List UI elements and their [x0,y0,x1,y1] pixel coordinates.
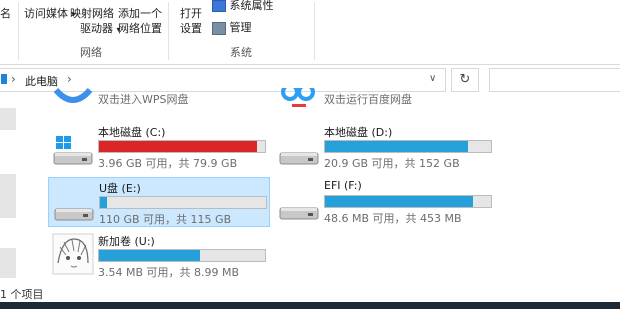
drive-name: 新加卷 (U:) [98,235,155,248]
drive-c[interactable]: 本地磁盘 (C:) 3.96 GB 可用，共 79.9 GB [48,122,268,170]
ribbon-separator [168,2,169,60]
drive-usage-bar [324,140,492,153]
open-settings-label-1: 打开 [180,7,202,20]
group-label-network: 网络 [80,46,102,59]
taskbar-strip [0,302,620,309]
anime-avatar-drive-icon [52,233,94,275]
nav-item[interactable] [0,248,16,278]
drive-name: U盘 (E:) [99,182,141,195]
ribbon-button-open-settings[interactable]: 打开 设置 [180,6,202,36]
add-location-label-2: 网络位置 [118,22,162,35]
drive-e-usb[interactable]: U盘 (E:) 110 GB 可用，共 115 GB [48,177,270,227]
item-count: 1 个项目 [0,288,44,301]
drive-usage-bar [324,195,492,208]
ribbon-button-system-properties[interactable]: 系统属性 [212,0,274,13]
ribbon-button-access-media[interactable]: 访问媒体 ▾ [24,6,76,22]
system-properties-label: 系统属性 [229,0,274,12]
drive-usage-fill [325,196,473,207]
nav-item[interactable] [0,108,16,130]
baidu-cloud-drive[interactable]: 双击运行百度网盘 [274,88,494,110]
drive-usage-fill [99,141,257,152]
drive-name: 本地磁盘 (D:) [324,126,393,139]
hard-drive-icon [278,136,320,166]
drive-name: 本地磁盘 (C:) [98,126,166,139]
access-media-label: 访问媒体 [24,7,68,20]
drive-usage-fill [100,197,107,208]
group-label-system: 系统 [230,46,252,59]
wps-cloud-icon [53,88,93,103]
drive-usage-fill [99,250,201,261]
drive-usage-fill [325,141,468,152]
ribbon-button-map-drive[interactable]: 映射网络 驱动器 ▾ [70,6,121,37]
ribbon: 名 访问媒体 ▾ 映射网络 驱动器 ▾ 添加一个 网络位置 网络 打开 设置 系… [0,0,620,65]
map-drive-label-1: 映射网络 [70,7,114,20]
drive-u[interactable]: 新加卷 (U:) 3.54 MB 可用，共 8.99 MB [48,231,268,279]
drive-space-info: 110 GB 可用，共 115 GB [99,213,232,226]
refresh-icon: ↻ [459,72,471,87]
baidu-cloud-label: 双击运行百度网盘 [324,93,412,106]
search-input[interactable] [489,68,620,92]
manage-icon [212,21,226,35]
status-bar: 1 个项目 [0,284,620,302]
breadcrumb-chevron: › [67,72,72,86]
drive-d[interactable]: 本地磁盘 (D:) 20.9 GB 可用，共 152 GB [274,122,494,170]
ribbon-separator [18,2,19,60]
baidu-cloud-icon [281,88,315,107]
ribbon-button-open[interactable]: 名 [0,6,11,21]
address-dropdown-icon[interactable]: ∨ [429,73,436,84]
windows-drive-icon [52,136,94,166]
breadcrumb-chevron: › [11,72,16,86]
drive-space-info: 3.54 MB 可用，共 8.99 MB [98,266,240,279]
navigation-pane [0,98,38,282]
drive-usage-bar [98,140,266,153]
ribbon-separator [314,2,315,60]
system-properties-icon [212,0,226,12]
drive-space-info: 48.6 MB 可用，共 453 MB [324,212,462,225]
map-drive-label-2: 驱动器 [80,22,113,35]
computer-icon [1,74,7,84]
ribbon-button-manage[interactable]: 管理 [212,20,252,35]
manage-label: 管理 [229,21,252,34]
drive-f-efi[interactable]: EFI (F:) 48.6 MB 可用，共 453 MB [274,177,494,225]
drive-usage-bar [98,249,266,262]
wps-cloud-label: 双击进入WPS网盘 [98,93,189,106]
nav-item[interactable] [0,174,16,218]
usb-drive-icon [53,192,95,222]
drive-name: EFI (F:) [324,179,362,192]
add-location-label-1: 添加一个 [118,7,162,20]
drive-space-info: 3.96 GB 可用，共 79.9 GB [98,157,238,170]
open-settings-label-2: 设置 [180,22,202,35]
drive-space-info: 20.9 GB 可用，共 152 GB [324,157,460,170]
drive-usage-bar [99,196,267,209]
ribbon-button-add-network-location[interactable]: 添加一个 网络位置 [118,6,162,36]
hard-drive-icon [278,191,320,221]
drives-view: 双击进入WPS网盘 双击运行百度网盘 本地磁盘 (C:) 3.96 GB 可用，… [38,88,620,282]
breadcrumb-this-pc[interactable]: 此电脑 [25,73,58,89]
wps-cloud-drive[interactable]: 双击进入WPS网盘 [48,88,268,110]
